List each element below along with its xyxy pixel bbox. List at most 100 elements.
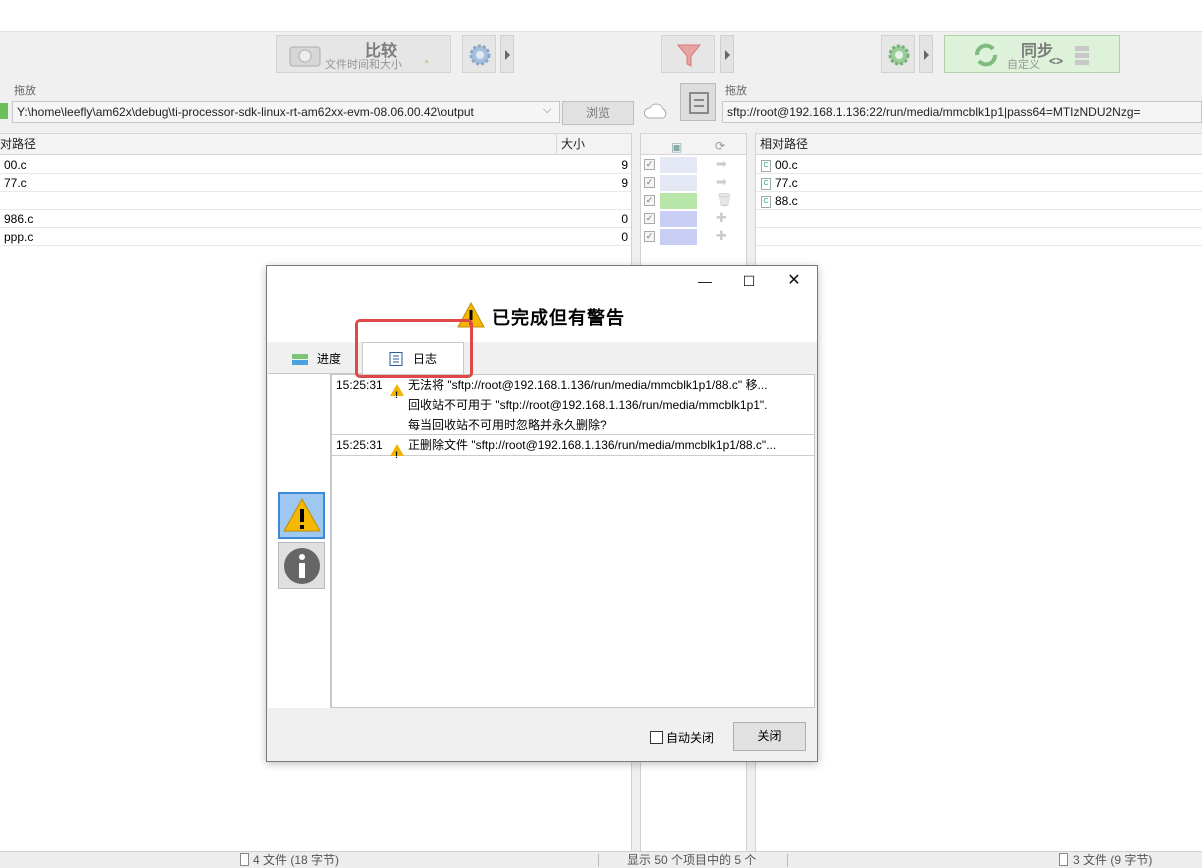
right-path-input[interactable]: sftp://root@192.168.1.136:22/run/media/m…	[722, 101, 1202, 123]
left-row[interactable]: ppp.c 0	[0, 228, 632, 246]
compare-col-icon[interactable]: ▣	[671, 137, 682, 157]
diff-cell	[660, 157, 697, 173]
right-row	[756, 210, 1202, 228]
arrow-right-icon[interactable]: ➡	[716, 174, 727, 190]
file-icon	[1059, 853, 1068, 866]
row-checkbox[interactable]: ✓	[644, 177, 655, 188]
diff-cell	[660, 211, 697, 227]
log-list: 15:25:31 无法将 "sftp://root@192.168.1.136/…	[331, 374, 815, 708]
swap-sides-button[interactable]	[680, 83, 716, 121]
row-checkbox[interactable]: ✓	[644, 159, 655, 170]
c-file-icon: C	[761, 177, 771, 190]
file-name: ppp.c	[4, 230, 34, 244]
right-row	[756, 228, 1202, 246]
status-middle: 显示 50 个项目中的 5 个	[627, 853, 757, 867]
copy-right-icon[interactable]: ✚	[716, 210, 727, 226]
minimize-button[interactable]: —	[682, 266, 728, 296]
row-checkbox[interactable]: ✓	[644, 231, 655, 242]
chevron-down-icon[interactable]: ⌵	[543, 104, 551, 117]
status-right: 3 文件 (9 字节)	[1073, 853, 1153, 867]
copy-right-icon[interactable]: ✚	[716, 228, 727, 244]
sync-result-dialog: — ☐ ✕ 已完成但有警告 进度 日志 15:25:31 无法将 "sftp:/…	[266, 265, 818, 762]
clock-icon: ◔	[422, 55, 430, 69]
log-entry: 15:25:31 正删除文件 "sftp://root@192.168.1.13…	[332, 435, 814, 465]
c-file-icon: C	[761, 159, 771, 172]
auto-close-checkbox[interactable]	[650, 731, 663, 744]
close-button[interactable]: 关闭	[733, 722, 806, 751]
status-separator	[787, 854, 788, 867]
file-name: 986.c	[4, 212, 34, 226]
sync-dropdown-button[interactable]	[919, 35, 933, 73]
left-col-size[interactable]: 大小	[556, 134, 632, 154]
right-row[interactable]: C 88.c	[756, 192, 1202, 210]
right-row[interactable]: C 77.c	[756, 174, 1202, 192]
file-size: 9	[621, 176, 628, 190]
warning-filter-button[interactable]	[278, 492, 325, 539]
diff-cell	[660, 175, 697, 191]
file-size: 9	[621, 158, 628, 172]
maximize-button[interactable]: ☐	[726, 266, 772, 296]
progress-icon	[292, 354, 308, 365]
filter-button[interactable]	[661, 35, 715, 73]
file-name: 77.c	[775, 176, 798, 190]
left-column-header: 对路径 大小	[0, 133, 632, 155]
warning-icon	[283, 497, 321, 532]
gear-icon	[469, 44, 491, 66]
right-col-path[interactable]: 相对路径	[760, 134, 808, 154]
left-row[interactable]: 00.c 9	[0, 156, 632, 174]
file-name: 00.c	[775, 158, 798, 172]
log-filter-strip	[268, 374, 331, 708]
info-filter-button[interactable]	[278, 542, 325, 589]
row-checkbox[interactable]: ✓	[644, 213, 655, 224]
log-time: 15:25:31	[336, 438, 383, 452]
code-icon: <>	[1049, 54, 1064, 68]
compare-sub-label: 文件时间和大小	[325, 59, 402, 71]
right-path-panel: 拖放 sftp://root@192.168.1.136:22/run/medi…	[722, 77, 1202, 133]
database-icon	[1075, 46, 1089, 65]
left-row[interactable]: 77.c 9	[0, 174, 632, 192]
tab-progress[interactable]: 进度	[268, 342, 362, 374]
browse-button[interactable]: 浏览	[562, 101, 634, 125]
left-path-input[interactable]: Y:\home\leefly\am62x\debug\ti-processor-…	[12, 101, 560, 123]
left-path-panel: 拖放 Y:\home\leefly\am62x\debug\ti-process…	[0, 77, 640, 133]
compare-button[interactable]: 比较 文件时间和大小 ◔	[276, 35, 451, 73]
left-drop-label: 拖放	[14, 85, 36, 97]
arrow-right-icon[interactable]: ➡	[716, 156, 727, 172]
sync-button[interactable]: 同步 自定义 <>	[944, 35, 1120, 73]
status-separator	[598, 854, 599, 867]
compare-settings-button[interactable]	[462, 35, 496, 73]
filter-dropdown-button[interactable]	[720, 35, 734, 73]
close-window-button[interactable]: ✕	[771, 266, 817, 296]
file-size: 0	[621, 230, 628, 244]
compare-dropdown-button[interactable]	[500, 35, 514, 73]
tab-progress-label: 进度	[317, 352, 342, 366]
right-row[interactable]: C 00.c	[756, 156, 1202, 174]
left-row[interactable]: 986.c 0	[0, 210, 632, 228]
trash-icon[interactable]: 🗑	[716, 192, 733, 208]
right-drop-label: 拖放	[725, 85, 747, 97]
file-size: 0	[621, 212, 628, 226]
dialog-header: 已完成但有警告	[267, 296, 817, 342]
left-col-path[interactable]: 对路径	[0, 134, 36, 154]
cloud-icon[interactable]	[642, 102, 670, 122]
filter-icon	[676, 44, 702, 67]
swap-icon	[689, 92, 709, 114]
sync-col-icon[interactable]: ⟳	[715, 136, 725, 156]
c-file-icon: C	[761, 195, 771, 208]
warning-icon	[390, 383, 404, 405]
left-row[interactable]	[0, 192, 632, 210]
middle-column-header: ▣ ⟳	[641, 133, 746, 155]
auto-close-label[interactable]: 自动关闭	[666, 729, 714, 746]
status-bar: 4 文件 (18 字节) 显示 50 个项目中的 5 个 3 文件 (9 字节)	[0, 851, 1202, 868]
log-line: 正删除文件 "sftp://root@192.168.1.136/run/med…	[408, 438, 777, 452]
log-line: 每当回收站不可用时忽略并永久删除?	[408, 418, 607, 432]
sync-settings-button[interactable]	[881, 35, 915, 73]
row-checkbox[interactable]: ✓	[644, 195, 655, 206]
log-line: 回收站不可用于 "sftp://root@192.168.1.136/run/m…	[408, 398, 768, 412]
file-name: 00.c	[4, 158, 27, 172]
add-folder-icon[interactable]	[0, 103, 8, 119]
main-toolbar: 比较 文件时间和大小 ◔ 同步 自定义 <>	[0, 31, 1202, 77]
info-icon	[284, 548, 320, 584]
status-left: 4 文件 (18 字节)	[253, 853, 340, 867]
camera-icon	[289, 46, 321, 67]
